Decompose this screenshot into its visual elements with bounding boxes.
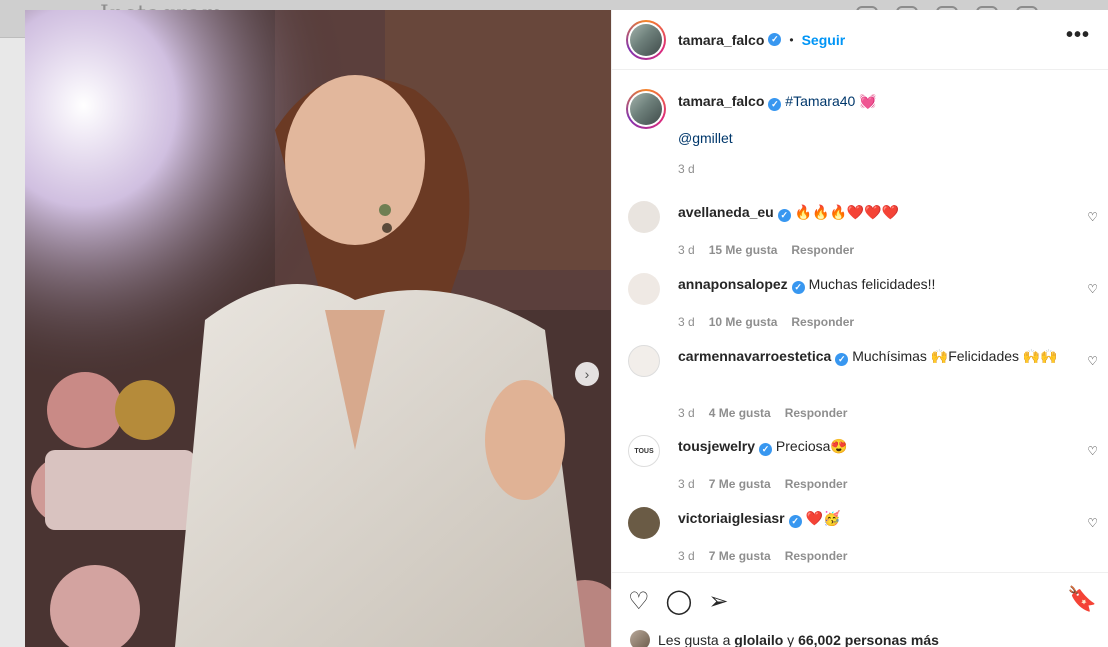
- comment-text: 🔥🔥🔥❤️❤️❤️: [794, 204, 900, 220]
- commenter-avatar[interactable]: [628, 345, 660, 377]
- comment-likes[interactable]: 10 Me gusta: [709, 315, 778, 329]
- action-icons: ♡ ◯ ➢: [628, 587, 728, 616]
- caption-hashtag[interactable]: #Tamara40: [785, 93, 855, 109]
- reply-button[interactable]: Responder: [785, 406, 848, 420]
- comment-likes[interactable]: 15 Me gusta: [709, 243, 778, 257]
- verified-icon: ✓: [835, 353, 849, 366]
- commenter-avatar[interactable]: [628, 273, 660, 305]
- caption-username[interactable]: tamara_falco: [678, 93, 764, 109]
- comment-body: annaponsalopez ✓ Muchas felicidades!!: [678, 275, 1068, 294]
- comment-username[interactable]: tousjewelry: [678, 438, 755, 454]
- chevron-right-icon[interactable]: ›: [575, 362, 599, 386]
- comment-meta: 3 d 10 Me gusta Responder: [678, 315, 854, 329]
- reply-button[interactable]: Responder: [785, 477, 848, 491]
- verified-icon: ✓: [759, 443, 773, 456]
- comment-time[interactable]: 3 d: [678, 243, 695, 257]
- commenter-avatar[interactable]: [628, 507, 660, 539]
- comment-time[interactable]: 3 d: [678, 549, 695, 563]
- like-comment-heart-icon[interactable]: ♡: [1087, 210, 1098, 224]
- commenter-avatar[interactable]: [628, 201, 660, 233]
- post-header: tamara_falco ✓ • Seguir •••: [612, 10, 1108, 70]
- comment-meta: 3 d 4 Me gusta Responder: [678, 406, 847, 420]
- comment-meta: 3 d 7 Me gusta Responder: [678, 477, 847, 491]
- comment-icon[interactable]: ◯: [666, 587, 693, 616]
- caption-emoji: 💓: [859, 93, 877, 109]
- author-username[interactable]: tamara_falco: [678, 32, 764, 48]
- more-options-icon[interactable]: •••: [1066, 24, 1090, 47]
- comment-text: ❤️🥳: [805, 510, 841, 526]
- comment-body: avellaneda_eu ✓ 🔥🔥🔥❤️❤️❤️: [678, 203, 1068, 222]
- comment-body: tousjewelry ✓ Preciosa😍: [678, 437, 1068, 456]
- comment-likes[interactable]: 7 Me gusta: [709, 477, 771, 491]
- commenter-avatar[interactable]: TOUS: [628, 435, 660, 467]
- comment-text: Preciosa😍: [775, 438, 848, 454]
- author-avatar[interactable]: [626, 19, 666, 60]
- reply-button[interactable]: Responder: [791, 315, 854, 329]
- comment-likes[interactable]: 4 Me gusta: [709, 406, 771, 420]
- comment-body: carmennavarroestetica ✓ Muchísimas 🙌Felic…: [678, 347, 1068, 366]
- comment-time[interactable]: 3 d: [678, 315, 695, 329]
- comment-time[interactable]: 3 d: [678, 406, 695, 420]
- comment-username[interactable]: victoriaiglesiasr: [678, 510, 785, 526]
- comments-list[interactable]: tamara_falco ✓ #Tamara40 💓 @gmillet 3 d a…: [612, 71, 1108, 571]
- like-comment-heart-icon[interactable]: ♡: [1087, 354, 1098, 368]
- comment-text: Muchísimas 🙌Felicidades 🙌🙌: [852, 348, 1058, 364]
- post-actions: ♡ ◯ ➢ 🔖 Les gusta a glolailo y 66,002 pe…: [612, 572, 1108, 647]
- photo-illustration: [25, 10, 611, 647]
- caption-text: tamara_falco ✓ #Tamara40 💓: [678, 93, 877, 111]
- verified-icon: ✓: [768, 33, 782, 46]
- comment-username[interactable]: avellaneda_eu: [678, 204, 774, 220]
- comment-text: Muchas felicidades!!: [808, 276, 936, 292]
- likes-connector: y: [787, 632, 795, 647]
- post-sidebar: tamara_falco ✓ • Seguir ••• tamara_falco…: [611, 10, 1108, 647]
- caption-avatar[interactable]: [626, 89, 666, 129]
- verified-icon: ✓: [788, 515, 802, 528]
- separator-dot: •: [789, 32, 794, 47]
- comment-meta: 3 d 15 Me gusta Responder: [678, 243, 854, 257]
- likes-count[interactable]: 66,002 personas más: [798, 632, 939, 647]
- verified-icon: ✓: [777, 209, 791, 222]
- comment-username[interactable]: carmennavarroestetica: [678, 348, 831, 364]
- likes-summary: Les gusta a glolailo y 66,002 personas m…: [630, 630, 939, 647]
- follow-button[interactable]: Seguir: [802, 32, 846, 48]
- like-comment-heart-icon[interactable]: ♡: [1087, 444, 1098, 458]
- verified-icon: ✓: [768, 98, 782, 111]
- like-comment-heart-icon[interactable]: ♡: [1087, 282, 1098, 296]
- post-modal: › tamara_falco ✓ • Seguir ••• tamara_fal…: [25, 10, 1108, 647]
- comment-time[interactable]: 3 d: [678, 477, 695, 491]
- post-photo[interactable]: ›: [25, 10, 611, 647]
- liker-username[interactable]: glolailo: [734, 632, 783, 647]
- verified-icon: ✓: [791, 281, 805, 294]
- bookmark-icon[interactable]: 🔖: [1067, 585, 1097, 614]
- comment-username[interactable]: annaponsalopez: [678, 276, 788, 292]
- likes-prefix: Les gusta a: [658, 632, 731, 647]
- heart-icon[interactable]: ♡: [628, 587, 650, 616]
- comment-meta: 3 d 7 Me gusta Responder: [678, 549, 847, 563]
- share-icon[interactable]: ➢: [708, 587, 728, 616]
- like-comment-heart-icon[interactable]: ♡: [1087, 516, 1098, 530]
- comment-likes[interactable]: 7 Me gusta: [709, 549, 771, 563]
- comment-body: victoriaiglesiasr ✓ ❤️🥳: [678, 509, 1068, 528]
- reply-button[interactable]: Responder: [791, 243, 854, 257]
- reply-button[interactable]: Responder: [785, 549, 848, 563]
- caption-time[interactable]: 3 d: [678, 162, 695, 176]
- caption-mention[interactable]: @gmillet: [678, 130, 733, 146]
- liker-avatar[interactable]: [630, 630, 650, 647]
